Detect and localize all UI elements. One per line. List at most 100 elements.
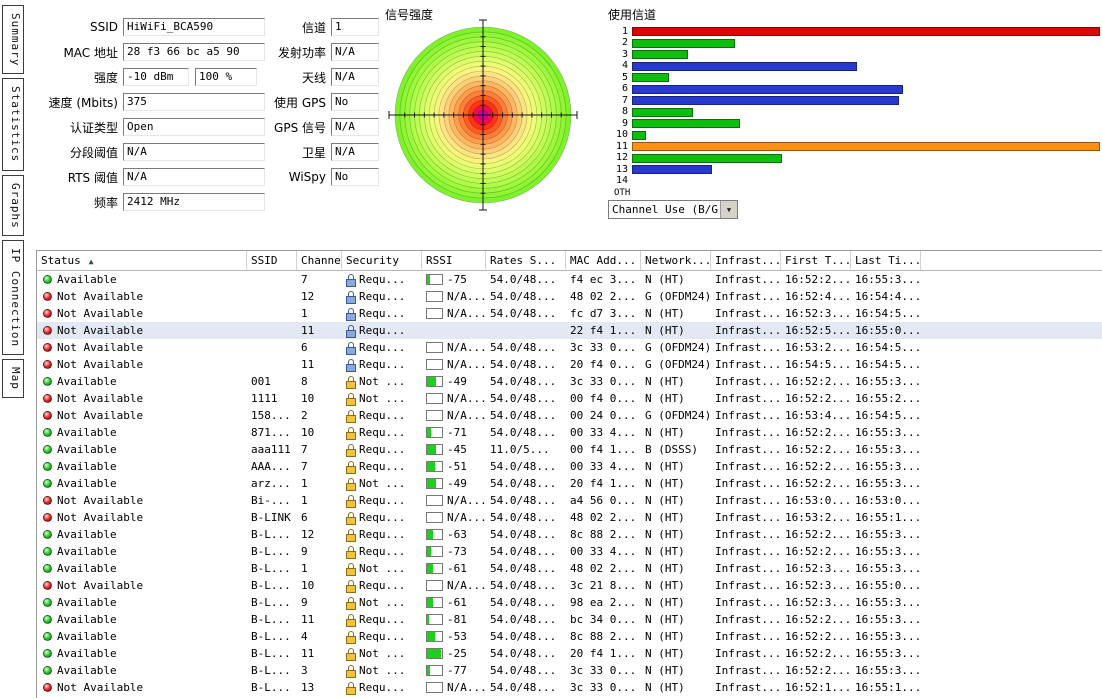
table-row[interactable]: Not AvailableBi-...1Requ...N/A...54.0/48…: [37, 492, 1102, 509]
field-value-box[interactable]: N/A: [331, 68, 379, 86]
first-time-cell: 16:52:2...: [781, 662, 851, 679]
field-value-box[interactable]: 2412 MHz: [123, 193, 265, 211]
table-row[interactable]: Not Available111110Not ...N/A...54.0/48.…: [37, 390, 1102, 407]
table-row[interactable]: Not Available158...2Requ...N/A...54.0/48…: [37, 407, 1102, 424]
ssid-cell: Bi-...: [247, 492, 297, 509]
field-value-box[interactable]: 28 f3 66 bc a5 90: [123, 43, 265, 61]
field-value-box[interactable]: Open: [123, 118, 265, 136]
status-label: Not Available: [57, 681, 143, 694]
column-header-rates-s[interactable]: Rates S...: [486, 251, 566, 270]
lock-icon: [346, 274, 356, 286]
column-header-mac-add[interactable]: MAC Add...: [566, 251, 641, 270]
column-header-rssi[interactable]: RSSI: [422, 251, 486, 270]
security-label: Requ...: [359, 460, 405, 473]
security-cell: Requ...: [342, 288, 422, 305]
table-row[interactable]: AvailableB-L...9Requ...-7354.0/48...00 3…: [37, 543, 1102, 560]
column-header-status[interactable]: Status▲: [37, 251, 247, 270]
rssi-cell: -51: [422, 458, 486, 475]
field-row-: 分段阈值N/A: [36, 143, 265, 161]
column-header-channel[interactable]: Channel: [297, 251, 342, 270]
table-row[interactable]: Availableaaa1117Requ...-4511.0/5...00 f4…: [37, 441, 1102, 458]
table-row[interactable]: Available871...10Requ...-7154.0/48...00 …: [37, 424, 1102, 441]
table-row[interactable]: AvailableB-L...3Not ...-7754.0/48...3c 3…: [37, 662, 1102, 679]
rssi-cell: N/A...: [422, 339, 486, 356]
column-header-first-t[interactable]: First T...: [781, 251, 851, 270]
field-row-mbits: 速度 (Mbits)375: [36, 93, 265, 111]
signal-strength-fill: [427, 479, 436, 488]
infrastructure-cell: Infrast...: [711, 390, 781, 407]
column-header-infrast[interactable]: Infrast...: [711, 251, 781, 270]
column-header-last-ti[interactable]: Last Ti...: [851, 251, 921, 270]
field-value-box[interactable]: 375: [123, 93, 265, 111]
channel-cell: 11: [297, 611, 342, 628]
field-value-box[interactable]: N/A: [123, 143, 265, 161]
field-value-box[interactable]: N/A: [331, 118, 379, 136]
last-time-cell: 16:55:3...: [851, 594, 921, 611]
table-row[interactable]: AvailableB-L...12Requ...-6354.0/48...8c …: [37, 526, 1102, 543]
table-row[interactable]: Not Available11Requ...N/A...54.0/48...20…: [37, 356, 1102, 373]
mac-address-cell: 8c 88 2...: [566, 526, 641, 543]
rates-label: 54.0/48...: [490, 630, 556, 643]
table-row[interactable]: Not Available6Requ...N/A...54.0/48...3c …: [37, 339, 1102, 356]
field-row-ssid: SSIDHiWiFi_BCA590: [36, 18, 265, 36]
ssid-label: aaa111: [251, 443, 291, 456]
ssid-cell: AAA...: [247, 458, 297, 475]
table-row[interactable]: AvailableB-L...9Not ...-6154.0/48...98 e…: [37, 594, 1102, 611]
last-time-cell: 16:55:3...: [851, 458, 921, 475]
field-label: MAC 地址: [36, 44, 118, 61]
field-value-box[interactable]: N/A: [331, 43, 379, 61]
sidebar-tab-summary[interactable]: Summary: [2, 5, 24, 74]
first-time-cell: 16:53:2...: [781, 509, 851, 526]
column-header-label: Rates S...: [490, 254, 556, 267]
column-header-network[interactable]: Network...: [641, 251, 711, 270]
field-value-box[interactable]: 1: [331, 18, 379, 36]
field-value-box[interactable]: N/A: [331, 143, 379, 161]
rates-cell: 54.0/48...: [486, 271, 566, 288]
rates-cell: 54.0/48...: [486, 492, 566, 509]
table-row[interactable]: AvailableB-L...1Not ...-6154.0/48...48 0…: [37, 560, 1102, 577]
security-label: Not ...: [359, 477, 405, 490]
table-row[interactable]: Not AvailableB-LINK6Requ...N/A...54.0/48…: [37, 509, 1102, 526]
column-header-ssid[interactable]: SSID: [247, 251, 297, 270]
table-row[interactable]: Availablearz...1Not ...-4954.0/48...20 f…: [37, 475, 1102, 492]
security-cell: Not ...: [342, 594, 422, 611]
field-value-box[interactable]: 100 %: [195, 68, 257, 86]
table-row[interactable]: AvailableB-L...11Not ...-2554.0/48...20 …: [37, 645, 1102, 662]
field-value-box[interactable]: HiWiFi_BCA590: [123, 18, 265, 36]
rates-label: 54.0/48...: [490, 273, 556, 286]
sidebar-tab-map[interactable]: Map: [2, 359, 24, 398]
network-type-label: B (DSSS): [645, 443, 698, 456]
first-time-label: 16:52:2...: [785, 392, 851, 405]
table-row[interactable]: Not Available12Requ...N/A...54.0/48...48…: [37, 288, 1102, 305]
security-cell: Requ...: [342, 611, 422, 628]
channel-label: 9: [301, 596, 308, 609]
security-label: Requ...: [359, 307, 405, 320]
table-row[interactable]: Available0018Not ...-4954.0/48...3c 33 0…: [37, 373, 1102, 390]
table-row[interactable]: AvailableAAA...7Requ...-5154.0/48...00 3…: [37, 458, 1102, 475]
table-row[interactable]: Not Available1Requ...N/A...54.0/48...fc …: [37, 305, 1102, 322]
channel-use-dropdown[interactable]: Channel Use (B/G) ▼: [608, 200, 738, 219]
field-value-box[interactable]: N/A: [123, 168, 265, 186]
network-type-cell: N (HT): [641, 679, 711, 696]
table-row[interactable]: Not AvailableB-L...13Requ...N/A...54.0/4…: [37, 679, 1102, 696]
field-value-box[interactable]: -10 dBm: [123, 68, 189, 86]
table-row[interactable]: Not AvailableB-L...10Requ...N/A...54.0/4…: [37, 577, 1102, 594]
field-value-box[interactable]: No: [331, 168, 379, 186]
channel-bar-row: 7: [608, 95, 1100, 107]
sidebar-tab-statistics[interactable]: Statistics: [2, 78, 24, 170]
column-header-security[interactable]: Security: [342, 251, 422, 270]
table-row[interactable]: AvailableB-L...11Requ...-8154.0/48...bc …: [37, 611, 1102, 628]
sidebar-tab-graphs[interactable]: Graphs: [2, 175, 24, 237]
rates-label: 54.0/48...: [490, 494, 556, 507]
first-time-label: 16:53:2...: [785, 341, 851, 354]
rssi-label: -71: [447, 426, 467, 439]
sidebar-tab-ip-connection[interactable]: IP Connection: [2, 240, 24, 355]
field-value-box[interactable]: No: [331, 93, 379, 111]
table-row[interactable]: AvailableB-L...4Requ...-5354.0/48...8c 8…: [37, 628, 1102, 645]
table-row[interactable]: Not Available11Requ...22 f4 1...N (HT)In…: [37, 322, 1102, 339]
network-type-cell: N (HT): [641, 373, 711, 390]
chevron-down-icon[interactable]: ▼: [720, 201, 737, 218]
table-row[interactable]: Available7Requ...-7554.0/48...f4 ec 3...…: [37, 271, 1102, 288]
field-row-wispy: WiSpyNo: [254, 168, 379, 186]
rates-label: 54.0/48...: [490, 392, 556, 405]
